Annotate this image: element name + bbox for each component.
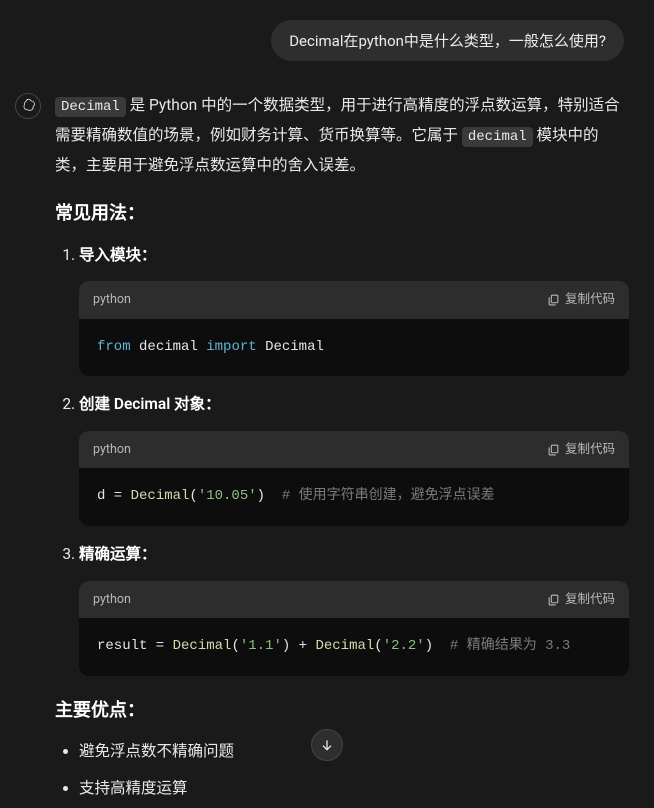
intro-paragraph: Decimal 是 Python 中的一个数据类型，用于进行高精度的浮点数运算，… <box>55 91 629 179</box>
code-content: from decimal import Decimal <box>79 319 629 377</box>
list-item: 支持高精度运算 <box>79 774 629 803</box>
openai-logo-icon <box>20 98 36 114</box>
clipboard-icon <box>547 593 560 606</box>
scroll-down-button[interactable] <box>311 729 343 761</box>
arrow-down-icon <box>319 737 335 753</box>
copy-code-button[interactable]: 复制代码 <box>547 288 615 311</box>
code-lang-label: python <box>93 288 131 311</box>
list-item: 避免浮点数不精确问题 <box>79 737 629 766</box>
code-content: result = Decimal('1.1') + Decimal('2.2')… <box>79 618 629 676</box>
copy-code-button[interactable]: 复制代码 <box>547 438 615 461</box>
list-item: 精确运算： python 复制代码 result = Decimal('1.1'… <box>79 540 629 676</box>
assistant-response: Decimal 是 Python 中的一个数据类型，用于进行高精度的浮点数运算，… <box>55 91 639 808</box>
inline-code: decimal <box>462 127 533 147</box>
copy-code-button[interactable]: 复制代码 <box>547 588 615 611</box>
code-block: python 复制代码 from decimal import Decimal <box>79 281 629 376</box>
section-heading-advantages: 主要优点： <box>55 694 629 727</box>
code-lang-label: python <box>93 588 131 611</box>
list-item: 导入模块： python 复制代码 from decimal import De… <box>79 241 629 377</box>
code-block: python 复制代码 d = Decimal('10.05') # 使用字符串… <box>79 431 629 526</box>
clipboard-icon <box>547 443 560 456</box>
clipboard-icon <box>547 293 560 306</box>
section-heading-usage: 常见用法： <box>55 197 629 230</box>
assistant-avatar <box>15 93 41 119</box>
code-block: python 复制代码 result = Decimal('1.1') + De… <box>79 581 629 676</box>
code-lang-label: python <box>93 438 131 461</box>
inline-code: Decimal <box>55 97 126 117</box>
user-message-bubble: Decimal在python中是什么类型，一般怎么使用? <box>271 20 624 61</box>
list-item: 创建 Decimal 对象： python 复制代码 d = Decimal('… <box>79 390 629 526</box>
code-content: d = Decimal('10.05') # 使用字符串创建，避免浮点误差 <box>79 468 629 526</box>
